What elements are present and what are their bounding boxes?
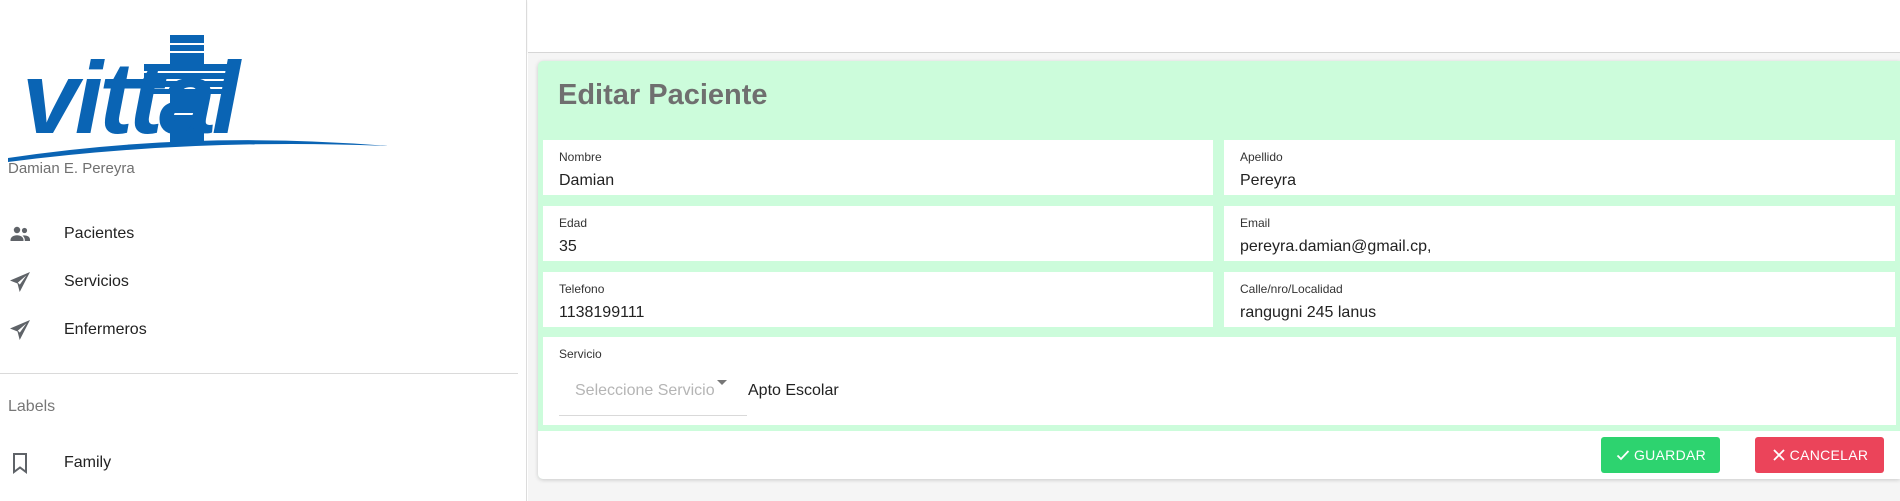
save-button[interactable]: GUARDAR: [1601, 437, 1720, 473]
sidebar-item-family[interactable]: Family: [0, 441, 518, 485]
edad-input[interactable]: 35: [559, 238, 1197, 256]
direccion-field[interactable]: Calle/nro/Localidad rangugni 245 lanus: [1224, 272, 1895, 327]
svg-text:vittal: vittal: [22, 41, 243, 155]
vittal-logo: vittal: [4, 30, 394, 165]
top-toolbar: [528, 0, 1900, 53]
edad-field[interactable]: Edad 35: [543, 206, 1213, 261]
people-icon: [8, 222, 32, 246]
cancel-button[interactable]: CANCELAR: [1755, 437, 1884, 473]
paper-plane-icon: [8, 270, 32, 294]
telefono-input[interactable]: 1138199111: [559, 304, 1197, 322]
servicio-select[interactable]: Seleccione Servicio: [559, 372, 747, 416]
labels-heading: Labels: [8, 398, 56, 415]
selected-service: Apto Escolar: [748, 382, 839, 399]
apellido-input[interactable]: Pereyra: [1240, 172, 1879, 190]
cancel-button-label: CANCELAR: [1789, 447, 1869, 463]
check-icon: [1615, 447, 1631, 463]
sidebar-item-label: Enfermeros: [64, 321, 147, 338]
user-name: Damian E. Pereyra: [8, 160, 135, 177]
email-label: Email: [1240, 216, 1271, 230]
sidebar-divider: [0, 373, 518, 374]
apellido-label: Apellido: [1240, 150, 1283, 164]
servicio-placeholder: Seleccione Servicio: [575, 382, 715, 399]
telefono-label: Telefono: [559, 282, 605, 296]
sidebar-item-label: Servicios: [64, 273, 129, 290]
paper-plane-icon: [8, 318, 32, 342]
servicio-label: Servicio: [559, 347, 602, 361]
email-field[interactable]: Email pereyra.damian@gmail.cp,: [1224, 206, 1895, 261]
sidebar: vittal Damian E. Pereyra Pacientes Servi…: [0, 0, 527, 501]
sidebar-item-label: Pacientes: [64, 225, 135, 242]
direccion-input[interactable]: rangugni 245 lanus: [1240, 304, 1879, 322]
page-title: Editar Paciente: [558, 79, 768, 111]
nombre-input[interactable]: Damian: [559, 172, 1197, 190]
save-button-label: GUARDAR: [1633, 447, 1707, 463]
bookmark-icon: [8, 451, 32, 475]
apellido-field[interactable]: Apellido Pereyra: [1224, 140, 1895, 195]
direccion-label: Calle/nro/Localidad: [1240, 282, 1343, 296]
edad-label: Edad: [559, 216, 588, 230]
sidebar-item-pacientes[interactable]: Pacientes: [0, 212, 518, 256]
chevron-down-icon: [717, 380, 727, 385]
nombre-label: Nombre: [559, 150, 602, 164]
telefono-field[interactable]: Telefono 1138199111: [543, 272, 1213, 327]
sidebar-item-label: Family: [64, 454, 112, 471]
email-input[interactable]: pereyra.damian@gmail.cp,: [1240, 238, 1879, 256]
sidebar-item-enfermeros[interactable]: Enfermeros: [0, 308, 518, 352]
nombre-field[interactable]: Nombre Damian: [543, 140, 1213, 195]
close-icon: [1771, 447, 1787, 463]
sidebar-item-servicios[interactable]: Servicios: [0, 260, 518, 304]
